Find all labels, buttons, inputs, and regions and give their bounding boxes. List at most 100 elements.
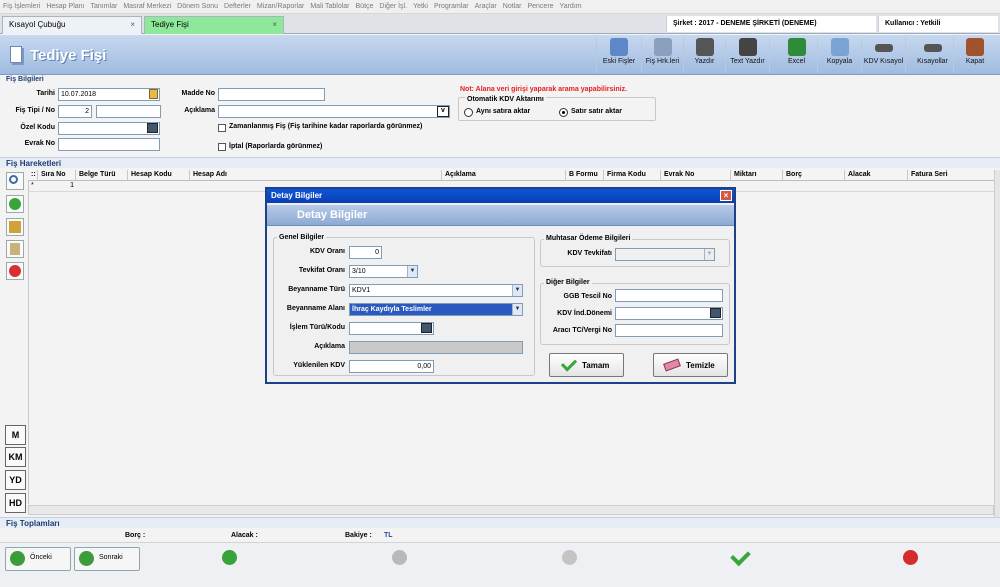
edit-icon[interactable] [6, 218, 24, 236]
col-hesap-kodu[interactable]: Hesap Kodu [128, 170, 190, 181]
exit-door-icon [966, 38, 984, 56]
menu-yetki[interactable]: Yetki [413, 0, 428, 10]
calendar-icon[interactable] [149, 89, 158, 99]
menu-masraf-merkezi[interactable]: Masraf Merkezi [123, 0, 171, 10]
zoom-icon[interactable] [6, 172, 24, 190]
ggb-input[interactable] [615, 289, 723, 302]
tab-label: Tediye Fişi [151, 20, 189, 29]
copy-row-icon[interactable] [6, 240, 24, 258]
chevron-down-icon[interactable]: ▼ [512, 285, 522, 296]
col-evrak-no[interactable]: Evrak No [661, 170, 731, 181]
yuklenilen-kdv-label: Yüklenilen KDV [293, 362, 345, 369]
chevron-down-icon[interactable]: ▼ [407, 266, 417, 277]
col-alacak[interactable]: Alacak [845, 170, 908, 181]
toolbar-excel[interactable]: Excel [776, 38, 818, 73]
menu-donem-sonu[interactable]: Dönem Sonu [177, 0, 218, 10]
menu-diger-isl[interactable]: Diğer İşl. [379, 0, 407, 10]
evrak-no-input[interactable] [58, 138, 160, 151]
menu-notlar[interactable]: Notlar [503, 0, 522, 10]
menu-pencere[interactable]: Pencere [527, 0, 553, 10]
search-button-icon[interactable] [147, 123, 158, 133]
menu-yardim[interactable]: Yardım [560, 0, 582, 10]
col-borc[interactable]: Borç [783, 170, 845, 181]
delete-icon[interactable] [6, 262, 24, 280]
menu-programlar[interactable]: Programlar [434, 0, 469, 10]
previous-button[interactable]: Önceki [5, 547, 71, 571]
toolbar-kisayollar[interactable]: Kısayollar [912, 38, 954, 73]
kdv-orani-input[interactable]: 0 [349, 246, 382, 259]
menu-butce[interactable]: Bütçe [356, 0, 374, 10]
menu-araclar[interactable]: Araçlar [475, 0, 497, 10]
radio-satir-satir[interactable] [559, 108, 568, 117]
close-record-icon[interactable] [903, 550, 918, 565]
menu-tanimlar[interactable]: Tanımlar [90, 0, 117, 10]
tab-kisayol-cubugu[interactable]: Kısayol Çubuğu × [2, 16, 142, 34]
list-icon [653, 38, 672, 56]
horizontal-scrollbar[interactable] [28, 505, 994, 515]
close-icon[interactable]: × [272, 20, 277, 29]
toolbar-kopyala[interactable]: Kopyala [818, 38, 862, 73]
toolbar-fis-hrk[interactable]: Fiş Hrk.leri [642, 38, 684, 73]
menu-hesap-plani[interactable]: Hesap Planı [46, 0, 84, 10]
m-button[interactable]: M [5, 425, 26, 445]
dialog-band: Detay Bilgiler [267, 205, 734, 226]
cancel-edit-icon[interactable] [562, 550, 577, 565]
menu-mizan-raporlar[interactable]: Mizan/Raporlar [257, 0, 304, 10]
madde-no-input[interactable] [218, 88, 325, 101]
col-firma-kodu[interactable]: Firma Kodu [604, 170, 661, 181]
menu-mali-tablolar[interactable]: Mali Tablolar [310, 0, 349, 10]
tarih-input[interactable]: 10.07.2018 [58, 88, 160, 101]
beyan-turu-select[interactable]: KDV1 [349, 284, 523, 297]
vertical-scrollbar[interactable] [994, 170, 1000, 517]
col-aciklama[interactable]: Açıklama [442, 170, 566, 181]
kdv-tevkifati-label: KDV Tevkifatı [567, 250, 612, 257]
tevkifat-label: Tevkifat Oranı [298, 267, 345, 274]
next-button[interactable]: Sonraki [74, 547, 140, 571]
ozel-kodu-input[interactable] [58, 122, 160, 135]
toolbar-yazdir[interactable]: Yazdır [684, 38, 726, 73]
yuklenilen-kdv-input[interactable]: 0,00 [349, 360, 434, 373]
toolbar-kdv-kisayol[interactable]: KDV Kısayol [862, 38, 906, 73]
iptal-label: İptal (Raporlarda görünmez) [229, 143, 323, 150]
araci-input[interactable] [615, 324, 723, 337]
add-icon[interactable] [6, 195, 24, 213]
col-hesap-adi[interactable]: Hesap Adı [190, 170, 442, 181]
tarih-label: Tarihi [36, 90, 55, 97]
toolbar-text-yazdir[interactable]: Text Yazdır [726, 38, 770, 73]
close-icon[interactable]: × [130, 20, 135, 29]
remove-record-icon[interactable] [392, 550, 407, 565]
yd-button[interactable]: YD [5, 470, 26, 490]
tab-tediye-fisi[interactable]: Tediye Fişi × [144, 16, 284, 34]
temizle-button[interactable]: Temizle [653, 353, 728, 377]
fis-no-input[interactable] [96, 105, 161, 118]
fis-tipi-input[interactable]: 2 [58, 105, 92, 118]
search-button-icon[interactable] [421, 323, 432, 333]
aciklama-input[interactable] [218, 105, 450, 118]
zamanlanmis-checkbox[interactable] [218, 124, 226, 132]
folder-icon [610, 38, 628, 56]
tamam-button[interactable]: Tamam [549, 353, 624, 377]
col-miktari[interactable]: Miktarı [731, 170, 783, 181]
toolbar-kapat[interactable]: Kapat [956, 38, 994, 73]
iptal-checkbox[interactable] [218, 143, 226, 151]
hd-button[interactable]: HD [5, 493, 26, 513]
chevron-down-icon[interactable]: ▼ [512, 304, 522, 315]
grid-header: :: Sıra No Belge Türü Hesap Kodu Hesap A… [28, 170, 994, 181]
col-b-formu[interactable]: B Formu [566, 170, 604, 181]
toolbar-eski-fisler[interactable]: Eski Fişler [596, 38, 642, 73]
check-icon [560, 355, 578, 372]
search-button-icon[interactable] [710, 308, 721, 318]
add-record-icon[interactable] [222, 550, 237, 565]
km-button[interactable]: KM [5, 447, 26, 467]
chevron-down-icon[interactable]: v [437, 106, 449, 117]
col-sira-no[interactable]: Sıra No [38, 170, 76, 181]
menu-fis-islemleri[interactable]: Fiş İşlemleri [3, 0, 40, 10]
close-icon[interactable]: × [720, 190, 732, 201]
menu-defterler[interactable]: Defterler [224, 0, 251, 10]
kdv-ind-input[interactable] [615, 307, 723, 320]
beyan-alani-select[interactable]: İhraç Kaydıyla Teslimler [349, 303, 523, 316]
radio-ayni-satira[interactable] [464, 108, 473, 117]
col-belge-turu[interactable]: Belge Türü [76, 170, 128, 181]
col-fatura-seri[interactable]: Fatura Seri [908, 170, 994, 181]
tab-label: Kısayol Çubuğu [9, 20, 66, 29]
